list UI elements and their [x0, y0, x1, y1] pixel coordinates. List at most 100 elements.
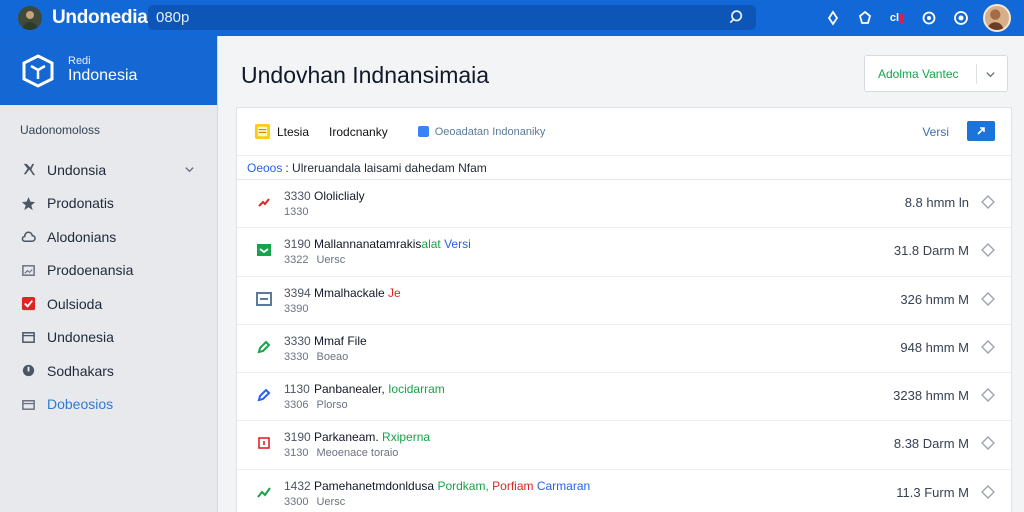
- sidebar-item-prodonatis[interactable]: Prodonatis: [0, 187, 217, 221]
- row-tag: Je: [388, 285, 401, 300]
- row-name: Mmalhackale Je: [314, 286, 401, 300]
- row-sub-text: Boeao: [316, 350, 349, 363]
- versi-link[interactable]: Versi: [922, 125, 949, 139]
- search-input[interactable]: [148, 9, 708, 26]
- table-row[interactable]: 3330 Mmaf File 3330 Boeao 948 hmm M: [237, 325, 1011, 374]
- row-number: 1130: [284, 382, 310, 397]
- target-icon[interactable]: [950, 7, 972, 29]
- badge-dot: [900, 13, 905, 23]
- sidebar-item-undonsia[interactable]: Undonsia: [0, 153, 217, 187]
- row-tag-tertiary: Porfiam: [492, 478, 534, 493]
- brand-text: Redi Indonesia: [68, 54, 138, 85]
- row-number: 3190: [284, 430, 311, 445]
- sidebar-item-sodhakars[interactable]: Sodhakars: [0, 354, 217, 388]
- table-row[interactable]: 3330 Ololiclialy 1330 8.8 hmm ln: [237, 180, 1011, 229]
- brand-header[interactable]: Redi Indonesia: [0, 36, 217, 105]
- top-bar: Undonedia cl: [0, 0, 1024, 36]
- diamond-icon[interactable]: [980, 339, 996, 355]
- navigate-button[interactable]: [967, 121, 995, 141]
- row-tag: Pordkam,: [437, 478, 489, 493]
- wrench-icon: [20, 162, 36, 178]
- row-tag: Rxiperna: [382, 430, 431, 445]
- sidebar-item-oulsioda[interactable]: Oulsioda: [0, 287, 217, 321]
- page-title: Undovhan Indnansimaia: [241, 62, 490, 88]
- brand-sub: Redi: [68, 54, 91, 67]
- row-sub-num: 3306: [284, 399, 309, 412]
- row-name: Parkaneam. Rxiperna: [314, 430, 430, 444]
- chevron-down-icon[interactable]: [184, 164, 195, 175]
- main-content: Undovhan Indnansimaia Adolma Vantec Ltes…: [219, 36, 1024, 512]
- sidebar: Redi Indonesia Uadonomoloss Undonsia Pro…: [0, 36, 218, 512]
- filter-row[interactable]: Oeoos : Ulreruandala laisami dahedam Nfa…: [237, 156, 1011, 180]
- diamond-icon[interactable]: [980, 435, 996, 451]
- table-row[interactable]: 3394 Mmalhackale Je 3390 326 hmm M: [237, 277, 1011, 325]
- sidebar-item-label: Prodonatis: [47, 195, 114, 212]
- row-number: 3330: [284, 333, 311, 348]
- row-tag: Iocidarram: [388, 382, 445, 397]
- arrow-icon: [977, 127, 985, 135]
- panel-tab-ltesia[interactable]: Ltesia: [277, 125, 309, 139]
- app-avatar[interactable]: [18, 6, 42, 30]
- row-sub: 3306 Plorso: [284, 399, 348, 411]
- sidebar-item-undonesia[interactable]: Undonesia: [0, 321, 217, 355]
- row-name-text: Ololiclialy: [314, 189, 365, 203]
- row-number: 3330: [284, 189, 311, 203]
- row-name-text: Parkaneam.: [314, 430, 379, 445]
- sidebar-item-label: Dobeosios: [47, 396, 114, 413]
- sidebar-item-prodoenansia[interactable]: Prodoenansia: [0, 254, 217, 288]
- tag-icon[interactable]: [854, 7, 876, 29]
- row-sub-text: Uersc: [316, 254, 346, 267]
- row-size: 948 hmm M: [900, 339, 969, 355]
- row-size: 3238 hmm M: [893, 388, 969, 404]
- pin-icon[interactable]: [822, 7, 844, 29]
- window-icon: [256, 291, 272, 306]
- version-select[interactable]: Adolma Vantec: [864, 55, 1008, 92]
- sidebar-section-title: Uadonomoloss: [20, 123, 101, 137]
- row-name: Mallannanatamrakisalat Versi: [314, 237, 471, 251]
- filter-text: : Ulreruandala laisami dahedam Nfam: [285, 160, 487, 175]
- trend-icon: [257, 487, 271, 498]
- pencil-icon: [257, 340, 271, 354]
- sidebar-item-alodonians[interactable]: Alodonians: [0, 220, 217, 254]
- row-name: Ololiclialy: [314, 189, 365, 203]
- inbox-icon: [257, 244, 271, 257]
- app-title: Undonedia: [52, 7, 148, 28]
- pen-icon: [258, 198, 270, 207]
- row-name-text: Panbanealer,: [314, 382, 385, 397]
- row-tag-secondary: Versi: [444, 237, 471, 252]
- chevron-down-icon[interactable]: [985, 69, 996, 80]
- row-size: 326 hmm M: [900, 291, 969, 307]
- row-name-text: Mmalhackale: [314, 285, 385, 300]
- diamond-icon[interactable]: [980, 194, 996, 210]
- brand-name: Indonesia: [68, 66, 138, 84]
- search-bar[interactable]: [148, 5, 756, 30]
- panel-tab-irodcnanky[interactable]: Irodcnanky: [329, 125, 388, 139]
- select-divider: [976, 64, 977, 84]
- row-sub: 3390: [284, 303, 308, 315]
- cube-logo-icon: [22, 53, 54, 88]
- check-icon: [20, 296, 36, 312]
- table-row[interactable]: 1432 Pamehanetmdonldusa Pordkam, Porfiam…: [237, 470, 1011, 512]
- search-icon[interactable]: [729, 9, 746, 26]
- cl-badge-icon[interactable]: cl: [886, 7, 908, 29]
- table-row[interactable]: 1130 Panbanealer, Iocidarram 3306 Plorso …: [237, 373, 1011, 422]
- diamond-icon[interactable]: [980, 387, 996, 403]
- record-icon[interactable]: [918, 7, 940, 29]
- table-row[interactable]: 3190 Parkaneam. Rxiperna 3130 Meoenace to…: [237, 421, 1011, 470]
- diamond-icon[interactable]: [980, 242, 996, 258]
- row-sub-text: Plorso: [316, 399, 348, 412]
- select-label: Adolma Vantec: [878, 66, 959, 81]
- sidebar-item-dobeosios[interactable]: Dobeosios: [0, 388, 217, 422]
- edit-icon: [257, 388, 271, 402]
- row-name-text: Mallannanatamrakis: [314, 237, 422, 252]
- row-number: 1432: [284, 478, 311, 493]
- row-sub-num: 3300: [284, 495, 309, 508]
- row-name-text: Pamehanetmdonldusa: [314, 478, 435, 493]
- image-icon: [20, 262, 36, 278]
- table-row[interactable]: 3190 Mallannanatamrakisalat Versi 3322 Ue…: [237, 228, 1011, 277]
- diamond-icon[interactable]: [980, 484, 996, 500]
- diamond-icon[interactable]: [980, 291, 996, 307]
- user-avatar[interactable]: [983, 4, 1011, 32]
- row-name-text: Mmaf File: [314, 333, 367, 348]
- row-sub-num: 3322: [284, 254, 309, 267]
